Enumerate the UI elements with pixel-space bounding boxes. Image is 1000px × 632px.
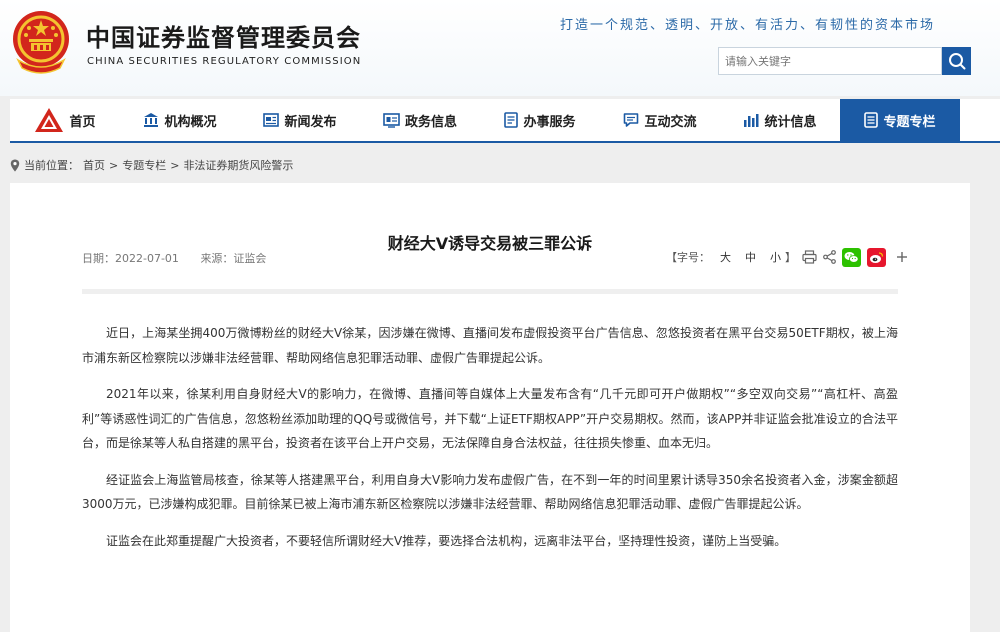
search-icon xyxy=(948,53,965,70)
site-header: 中国证券监督管理委员会 CHINA SECURITIES REGULATORY … xyxy=(0,0,1000,96)
nav-label: 互动交流 xyxy=(644,114,697,130)
article-meta: 日期：2022-07-01 来源：证监会 xyxy=(82,250,284,266)
news-icon xyxy=(263,113,280,127)
breadcrumb-link-risk-warning[interactable]: 非法证券期货风险警示 xyxy=(183,157,293,173)
article-paragraph: 经证监会上海监管局核查，徐某等人搭建黑平台，利用自身大V影响力发布虚假广告，在不… xyxy=(82,472,898,512)
font-size-small[interactable]: 小 xyxy=(770,249,781,265)
article-paragraph: 证监会在此郑重提醒广大投资者，不要轻信所谓财经大V推荐，要选择合法机构，远离非法… xyxy=(106,533,787,548)
font-size-close: 】 xyxy=(785,251,796,264)
article-paragraph: 近日，上海某坐拥400万微博粉丝的财经大V徐某，因涉嫌在微博、直播间发布虚假投资… xyxy=(82,326,898,365)
article-tools: 【字号： 大 中 小 】 xyxy=(666,247,908,267)
nav-item-interaction[interactable]: 互动交流 xyxy=(600,99,720,141)
font-size-medium[interactable]: 中 xyxy=(745,249,756,265)
nav-item-topics[interactable]: 专题专栏 xyxy=(840,99,960,141)
font-size-large[interactable]: 大 xyxy=(720,249,731,265)
statistics-icon xyxy=(744,114,759,127)
weibo-icon xyxy=(870,251,884,263)
nav-item-news[interactable]: 新闻发布 xyxy=(240,99,360,141)
nav-label: 统计信息 xyxy=(764,114,817,130)
breadcrumb-prefix: 当前位置： xyxy=(24,159,79,172)
wechat-share-button[interactable] xyxy=(842,247,861,267)
site-title-english: CHINA SECURITIES REGULATORY COMMISSION xyxy=(87,56,362,67)
chat-icon xyxy=(624,113,639,127)
title-divider xyxy=(82,289,898,294)
breadcrumb-link-home[interactable]: 首页 xyxy=(83,157,105,173)
share-icon[interactable] xyxy=(823,250,836,264)
article-source: 来源：证监会 xyxy=(200,252,267,265)
service-icon xyxy=(504,112,519,128)
government-info-icon xyxy=(383,113,400,128)
national-emblem-icon[interactable] xyxy=(10,8,72,78)
search-input[interactable] xyxy=(718,47,942,75)
article-body: 近日，上海某坐拥400万微博粉丝的财经大V徐某，因涉嫌在微博、直播间发布虚假投资… xyxy=(82,321,898,565)
nav-label: 政务信息 xyxy=(404,114,457,130)
article-paragraph: 2021年以来，徐某利用自身财经大V的影响力，在微博、直播间等自媒体上大量发布含… xyxy=(82,387,898,450)
breadcrumb: 当前位置： 首页 > 专题专栏 > 非法证券期货风险警示 xyxy=(10,157,293,173)
breadcrumb-separator: > xyxy=(109,158,119,172)
nav-item-government-info[interactable]: 政务信息 xyxy=(360,99,480,141)
site-title[interactable]: 中国证券监督管理委员会 xyxy=(86,18,361,53)
nav-item-home[interactable]: 首页 xyxy=(10,99,120,141)
font-size-label: 【字号： xyxy=(666,251,710,264)
site-slogan: 打造一个规范、透明、开放、有活力、有韧性的资本市场 xyxy=(560,18,936,33)
home-logo-icon xyxy=(35,108,64,132)
nav-label: 新闻发布 xyxy=(284,114,337,130)
topic-icon xyxy=(864,112,879,128)
wechat-icon xyxy=(844,251,859,263)
nav-label: 机构概况 xyxy=(164,114,217,130)
nav-label: 办事服务 xyxy=(523,114,576,130)
plus-icon[interactable] xyxy=(896,251,908,263)
breadcrumb-separator: > xyxy=(170,158,180,172)
weibo-share-button[interactable] xyxy=(867,247,886,267)
breadcrumb-link-topics[interactable]: 专题专栏 xyxy=(122,157,166,173)
location-pin-icon xyxy=(10,159,20,171)
nav-item-service[interactable]: 办事服务 xyxy=(480,99,600,141)
article-date: 日期：2022-07-01 xyxy=(82,252,179,265)
nav-label: 专题专栏 xyxy=(883,114,936,130)
nav-label: 首页 xyxy=(69,114,96,130)
nav-item-institution[interactable]: 机构概况 xyxy=(120,99,240,141)
nav-item-statistics[interactable]: 统计信息 xyxy=(720,99,840,141)
print-icon[interactable] xyxy=(802,250,817,264)
search-button[interactable] xyxy=(942,47,971,75)
main-nav: 首页 机构概况 新闻发布 政务信息 办事服务 互动交流 统计信息 专题专栏 xyxy=(10,99,1000,143)
institution-icon xyxy=(144,113,159,127)
article-card: 财经大V诱导交易被三罪公诉 日期：2022-07-01 来源：证监会 【字号： … xyxy=(10,183,970,632)
